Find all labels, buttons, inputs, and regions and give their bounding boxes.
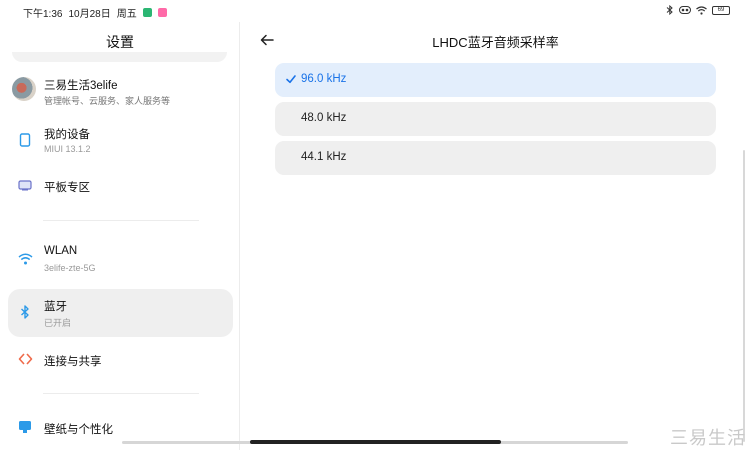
sidebar-item-label: 蓝牙 (44, 301, 67, 313)
bluetooth-status-icon (666, 5, 673, 15)
section-divider (43, 393, 199, 394)
scrollbar[interactable] (743, 150, 745, 442)
status-time: 下午1:36 (23, 9, 63, 20)
bluetooth-icon (17, 304, 33, 320)
profile-subtitle: 管理帐号、云服务、家人服务等 (44, 96, 171, 106)
sidebar-item-tablet-zone[interactable]: 平板专区 (8, 162, 233, 210)
watermark-logo: 三易生活 (670, 428, 746, 449)
connect-share-icon (17, 351, 33, 367)
option-label: 96.0 kHz (301, 73, 347, 85)
page-title: LHDC蓝牙音频采样率 (432, 35, 559, 50)
sidebar-item-sublabel: 3elife-zte-5G (44, 263, 96, 273)
sidebar-item-label: WLAN (44, 245, 78, 257)
status-bar: 下午1:36 10月28日 周五 69 (0, 0, 750, 22)
status-left: 下午1:36 10月28日 周五 (23, 5, 167, 20)
sidebar-item-bluetooth[interactable]: 蓝牙 已开启 (8, 289, 233, 337)
wifi-status-icon (696, 5, 707, 15)
section-divider (43, 220, 199, 221)
option-label: 48.0 kHz (301, 112, 347, 124)
avatar[interactable] (12, 77, 36, 101)
status-date: 10月28日 (68, 9, 111, 20)
option-96khz[interactable]: 96.0 kHz (275, 63, 716, 97)
sidebar-item-label: 平板专区 (44, 182, 90, 194)
sidebar-item-my-device[interactable]: 我的设备 MIUI 13.1.2 (8, 117, 233, 165)
sidebar-item-label: 壁纸与个性化 (44, 424, 113, 436)
profile-name[interactable]: 三易生活3elife (44, 77, 118, 93)
sample-rate-panel: LHDC蓝牙音频采样率 96.0 kHz 48.0 kHz 44.1 kHz (241, 22, 750, 450)
sidebar-item-sublabel: 已开启 (44, 318, 72, 328)
battery-icon: 69 (712, 5, 730, 15)
sidebar-item-label: 我的设备 (44, 129, 90, 141)
option-48khz[interactable]: 48.0 kHz (275, 102, 716, 136)
checkmark-icon (286, 75, 296, 84)
sidebar-item-sublabel: MIUI 13.1.2 (44, 144, 91, 154)
status-right: 69 (666, 5, 730, 15)
option-44khz[interactable]: 44.1 kHz (275, 141, 716, 175)
sidebar-item-connect-share[interactable]: 连接与共享 (8, 336, 233, 384)
notification-app-icon (142, 8, 152, 17)
notification-app-icon (157, 8, 167, 17)
wifi-icon (17, 251, 33, 267)
home-indicator[interactable] (250, 440, 501, 444)
tablet-icon (17, 132, 33, 148)
sidebar-item-wlan[interactable]: WLAN 3elife-zte-5G (8, 236, 233, 284)
status-weekday: 周五 (116, 9, 137, 20)
option-label: 44.1 kHz (301, 151, 347, 163)
sidebar-item-label: 连接与共享 (44, 356, 102, 368)
tablet-zone-icon (17, 177, 33, 193)
headset-status-icon (679, 6, 691, 14)
scrolled-card-edge (12, 52, 227, 62)
sidebar-title: 设置 (106, 34, 134, 50)
wallpaper-icon (17, 419, 33, 435)
